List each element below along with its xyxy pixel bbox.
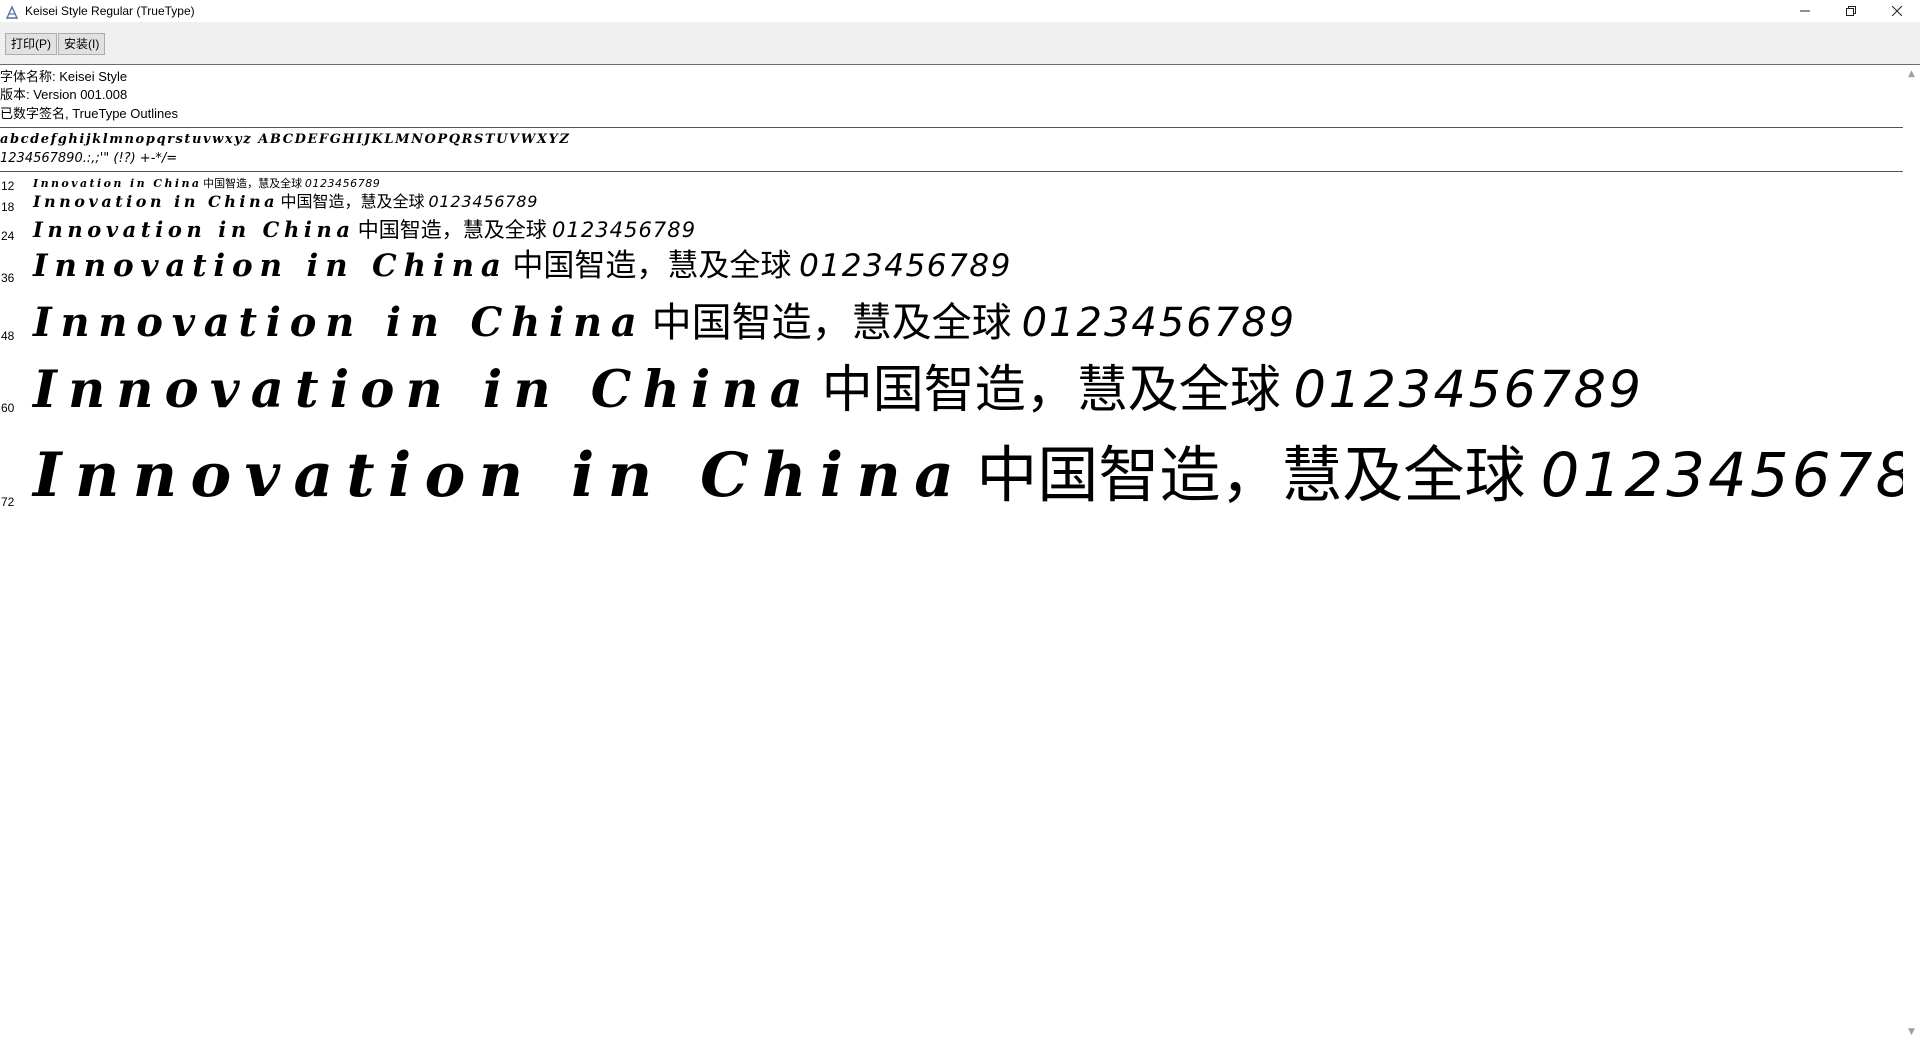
font-viewer-window: Keisei Style Regular (TrueType) 打印(P) 安装… bbox=[0, 0, 1920, 1040]
minimize-icon bbox=[1800, 10, 1810, 12]
sample-row-72: 72 Innovation in China中国智造，慧及全球012345678… bbox=[0, 435, 1903, 535]
print-button[interactable]: 打印(P) bbox=[5, 33, 57, 55]
divider bbox=[0, 127, 1903, 128]
sample-cjk: 中国智造，慧及全球 bbox=[651, 300, 1012, 346]
sample-digits: 0123456789 bbox=[1021, 300, 1297, 346]
minimize-button[interactable] bbox=[1782, 0, 1828, 22]
size-label: 60 bbox=[1, 401, 15, 415]
size-label: 18 bbox=[1, 200, 15, 214]
version-info: 版本: Version 001.008 bbox=[0, 87, 128, 102]
sample-cjk: 中国智造，慧及全球 bbox=[203, 177, 303, 190]
window-title: Keisei Style Regular (TrueType) bbox=[25, 4, 195, 18]
sample-text: Innovation in China中国智造，慧及全球0123456789 bbox=[33, 178, 380, 189]
sample-cjk: 中国智造，慧及全球 bbox=[976, 440, 1526, 511]
size-label: 72 bbox=[1, 495, 15, 509]
vertical-scrollbar[interactable]: ▲ ▼ bbox=[1903, 65, 1920, 1040]
sample-text: Innovation in China中国智造，慧及全球0123456789 bbox=[33, 300, 1297, 346]
size-label: 36 bbox=[1, 271, 15, 285]
charset-letters: abcdefghijklmnopqrstuvwxyz ABCDEFGHIJKLM… bbox=[0, 132, 571, 147]
sample-text: Innovation in China中国智造，慧及全球0123456789 bbox=[33, 219, 696, 241]
font-file-icon bbox=[5, 4, 19, 19]
window-controls bbox=[1782, 0, 1920, 22]
sample-latin: Innovation in China bbox=[33, 217, 355, 242]
sample-cjk: 中国智造，慧及全球 bbox=[821, 361, 1281, 420]
sample-text: Innovation in China中国智造，慧及全球0123456789 bbox=[33, 365, 1643, 417]
sample-cjk: 中国智造，慧及全球 bbox=[280, 192, 425, 211]
close-icon bbox=[1892, 6, 1902, 16]
title-bar: Keisei Style Regular (TrueType) bbox=[0, 0, 1920, 22]
signature-info: 已数字签名, TrueType Outlines bbox=[0, 106, 178, 121]
restore-button[interactable] bbox=[1828, 0, 1874, 22]
charset-digits-symbols: 1234567890.:,;'" (!?) +-*/= bbox=[0, 151, 178, 166]
sample-digits: 0123456789 bbox=[304, 177, 381, 190]
sample-latin: Innovation in China bbox=[33, 177, 202, 190]
sample-cjk: 中国智造，慧及全球 bbox=[357, 218, 547, 242]
sample-text: Innovation in China中国智造，慧及全球0123456789 bbox=[33, 445, 1903, 506]
restore-icon bbox=[1846, 6, 1856, 16]
sample-row-60: 60 Innovation in China 中国智造，慧及全球 012345678… bbox=[0, 357, 1903, 437]
chevron-down-icon[interactable]: ▼ bbox=[1903, 1023, 1920, 1040]
sample-cjk: 中国智造，慧及全球 bbox=[512, 248, 792, 284]
sample-digits: 0123456789 bbox=[552, 218, 697, 242]
divider bbox=[0, 171, 1903, 172]
sample-latin: Innovation in China bbox=[33, 192, 279, 211]
size-label: 48 bbox=[1, 329, 15, 343]
sample-digits: 0123456789 bbox=[799, 248, 1012, 284]
sample-latin: Innovation in China bbox=[33, 248, 508, 284]
sample-text: Innovation in China中国智造，慧及全球0123456789 bbox=[33, 194, 538, 210]
close-button[interactable] bbox=[1874, 0, 1920, 22]
chevron-up-icon[interactable]: ▲ bbox=[1903, 65, 1920, 82]
sample-digits: 0123456789 bbox=[428, 192, 539, 211]
sample-row-48: 48 Innovation in China 中国智造，慧及全球 012345678… bbox=[0, 295, 1903, 361]
sample-digits: 0123456789 bbox=[1293, 361, 1644, 420]
size-label: 24 bbox=[1, 229, 15, 243]
sample-digits: 0123456789 bbox=[1540, 440, 1903, 511]
toolbar: 打印(P) 安装(I) bbox=[0, 22, 1920, 65]
sample-latin: Innovation in China bbox=[33, 299, 646, 346]
sample-latin: Innovation in China bbox=[33, 360, 815, 420]
sample-latin: Innovation in China bbox=[33, 440, 968, 511]
sample-row-24: 24 Innovation in China 中国智造，慧及全球 012345678… bbox=[0, 215, 1903, 251]
install-button[interactable]: 安装(I) bbox=[58, 33, 106, 55]
sample-text: Innovation in China中国智造，慧及全球0123456789 bbox=[33, 251, 1012, 282]
font-name-info: 字体名称: Keisei Style bbox=[0, 69, 128, 84]
font-preview-area: 字体名称: Keisei Style 版本: Version 001.008 已… bbox=[0, 65, 1903, 1040]
sample-row-36: 36 Innovation in China 中国智造，慧及全球 012345678… bbox=[0, 247, 1903, 299]
